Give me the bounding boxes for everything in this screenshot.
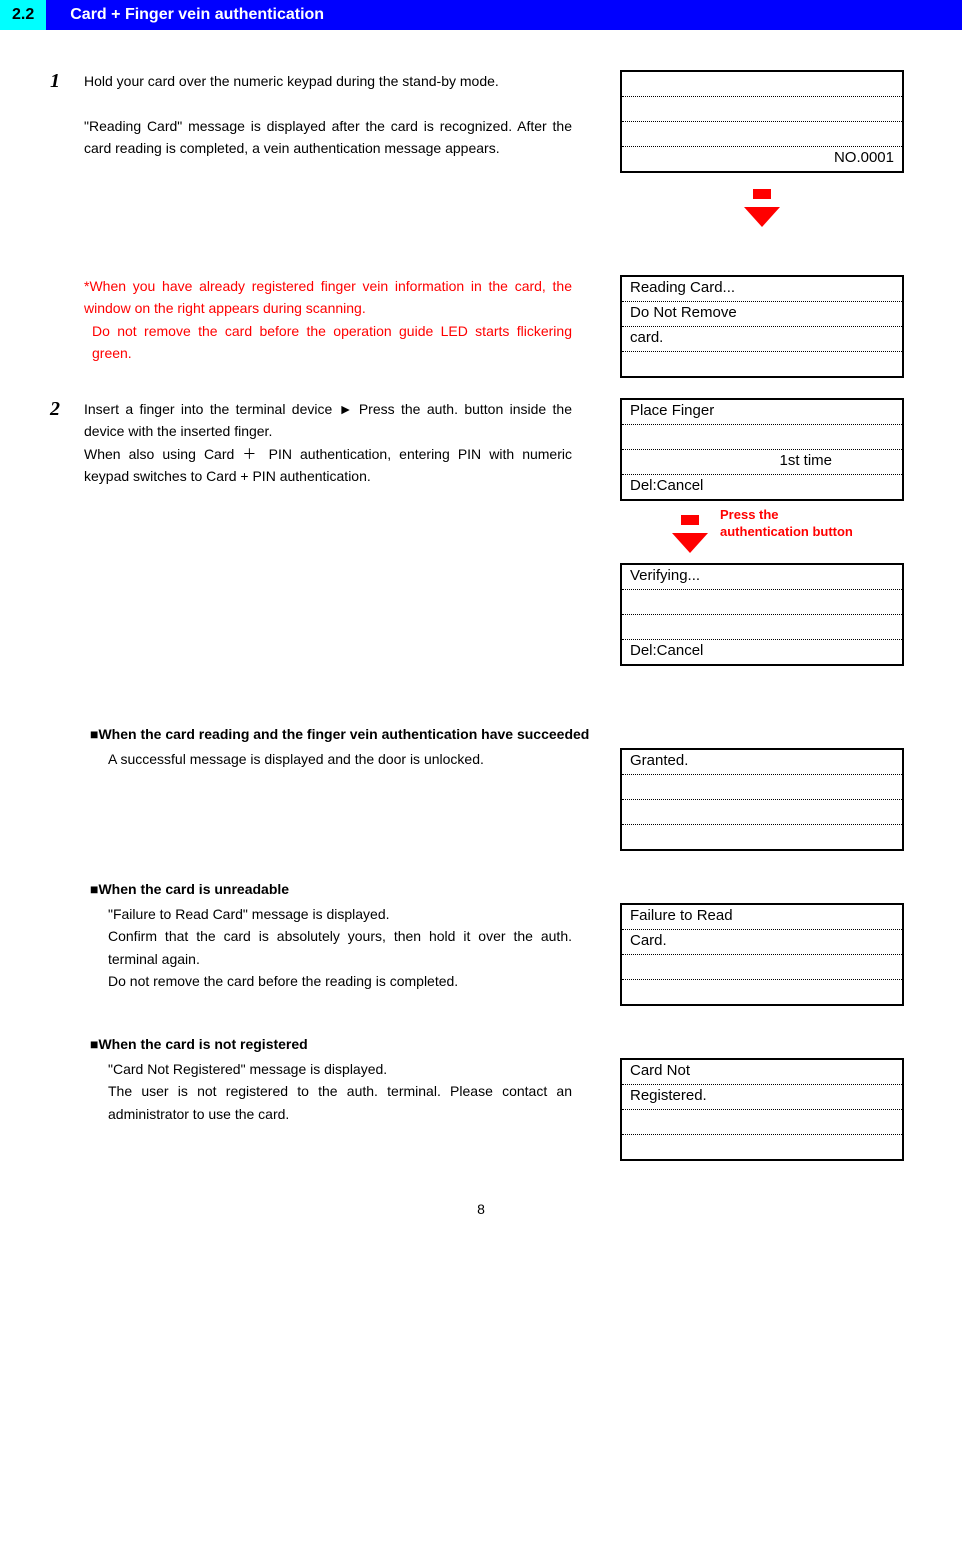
sub-notreg-text: "Card Not Registered" message is display… <box>90 1058 612 1125</box>
section-number: 2.2 <box>0 0 46 30</box>
sub-notreg-right: Card Not Registered. <box>612 1058 912 1161</box>
step-1-right: NO.0001 <box>612 70 912 235</box>
sub-unreadable-text3: Do not remove the card before the readin… <box>108 970 572 992</box>
arrow-with-label: Press the authentication button <box>672 507 952 553</box>
section-header: 2.2 Card + Finger vein authentication <box>0 0 962 30</box>
sub-unreadable-row: "Failure to Read Card" message is displa… <box>90 903 912 1006</box>
sub-success-text: A successful message is displayed and th… <box>90 748 612 770</box>
sub-notreg: ■When the card is not registered "Card N… <box>50 1036 912 1161</box>
arrow-label-line1: Press the <box>720 507 853 524</box>
step-2-para1: Insert a finger into the terminal device… <box>84 401 572 439</box>
step-2-number: 2 <box>50 398 80 421</box>
sub-unreadable: ■When the card is unreadable "Failure to… <box>50 881 912 1006</box>
step-1-para2: "Reading Card" message is displayed afte… <box>84 115 572 160</box>
lcd-notreg: Card Not Registered. <box>620 1058 904 1161</box>
sub-unreadable-right: Failure to Read Card. <box>612 903 912 1006</box>
note-red-line2: Do not remove the card before the operat… <box>84 320 572 365</box>
sub-success-row: A successful message is displayed and th… <box>90 748 912 851</box>
sub-success-heading: ■When the card reading and the finger ve… <box>90 726 912 742</box>
note-red-line1: *When you have already registered finger… <box>84 275 572 320</box>
lcd-row <box>622 955 902 980</box>
step-2-row: 2 Insert a finger into the terminal devi… <box>50 398 912 666</box>
sub-success-right: Granted. <box>612 748 912 851</box>
lcd-row <box>622 352 902 376</box>
arrow-label: Press the authentication button <box>720 507 853 541</box>
sub-unreadable-text: "Failure to Read Card" message is displa… <box>90 903 612 993</box>
lcd-granted: Granted. <box>620 748 904 851</box>
step-1-para1: Hold your card over the numeric keypad d… <box>84 70 572 92</box>
step-1-row: 1 Hold your card over the numeric keypad… <box>50 70 912 235</box>
sub-unreadable-text2: Confirm that the card is absolutely your… <box>108 925 572 970</box>
note-red-text: *When you have already registered finger… <box>84 275 612 365</box>
lcd-failure: Failure to Read Card. <box>620 903 904 1006</box>
sub-notreg-heading: ■When the card is not registered <box>90 1036 912 1052</box>
lcd-row <box>622 1110 902 1135</box>
note-right: Reading Card... Do Not Remove card. <box>612 275 912 378</box>
sub-notreg-text2: The user is not registered to the auth. … <box>108 1080 572 1125</box>
lcd-row: NO.0001 <box>622 147 902 171</box>
lcd-row: Card Not <box>622 1060 902 1085</box>
page-number: 8 <box>50 1201 912 1217</box>
lcd-row: Verifying... <box>622 565 902 590</box>
step-1-text: Hold your card over the numeric keypad d… <box>84 70 612 160</box>
lcd-place-finger: Place Finger 1st time Del:Cancel <box>620 398 904 501</box>
content-area: 1 Hold your card over the numeric keypad… <box>0 30 962 1237</box>
arrow-label-line2: authentication button <box>720 524 853 541</box>
lcd-reading: Reading Card... Do Not Remove card. <box>620 275 904 378</box>
lcd-row <box>622 122 902 147</box>
lcd-row <box>622 800 902 825</box>
lcd-row <box>622 775 902 800</box>
lcd-row <box>622 615 902 640</box>
lcd-row <box>622 980 902 1004</box>
lcd-row <box>622 1135 902 1159</box>
lcd-row: Del:Cancel <box>622 640 902 664</box>
sub-notreg-text1: "Card Not Registered" message is display… <box>108 1058 572 1080</box>
lcd-row: Registered. <box>622 1085 902 1110</box>
lcd-row: Del:Cancel <box>622 475 902 499</box>
lcd-row: Granted. <box>622 750 902 775</box>
lcd-row: Failure to Read <box>622 905 902 930</box>
section-spacer <box>46 0 56 30</box>
lcd-row <box>622 590 902 615</box>
lcd-row: Do Not Remove <box>622 302 902 327</box>
lcd-standby: NO.0001 <box>620 70 904 173</box>
lcd-row: Card. <box>622 930 902 955</box>
step-2-para2: When also using Card ＋ PIN authenticatio… <box>84 446 572 484</box>
step-2-text: Insert a finger into the terminal device… <box>84 398 612 488</box>
sub-notreg-row: "Card Not Registered" message is display… <box>90 1058 912 1161</box>
step-1-number: 1 <box>50 70 80 93</box>
sub-success: ■When the card reading and the finger ve… <box>50 726 912 851</box>
sub-unreadable-text1: "Failure to Read Card" message is displa… <box>108 903 572 925</box>
lcd-verifying: Verifying... Del:Cancel <box>620 563 904 666</box>
sub-unreadable-heading: ■When the card is unreadable <box>90 881 912 897</box>
step-2-right: Place Finger 1st time Del:Cancel Press t… <box>612 398 912 666</box>
section-title: Card + Finger vein authentication <box>56 0 962 30</box>
lcd-row: Reading Card... <box>622 277 902 302</box>
lcd-row <box>622 97 902 122</box>
note-row: *When you have already registered finger… <box>50 275 912 378</box>
lcd-row <box>622 72 902 97</box>
arrow-down-icon <box>672 507 708 553</box>
lcd-row <box>622 825 902 849</box>
arrow-down-icon <box>744 181 780 227</box>
lcd-row <box>622 425 902 450</box>
lcd-row: 1st time <box>622 450 902 475</box>
lcd-row: Place Finger <box>622 400 902 425</box>
lcd-row: card. <box>622 327 902 352</box>
